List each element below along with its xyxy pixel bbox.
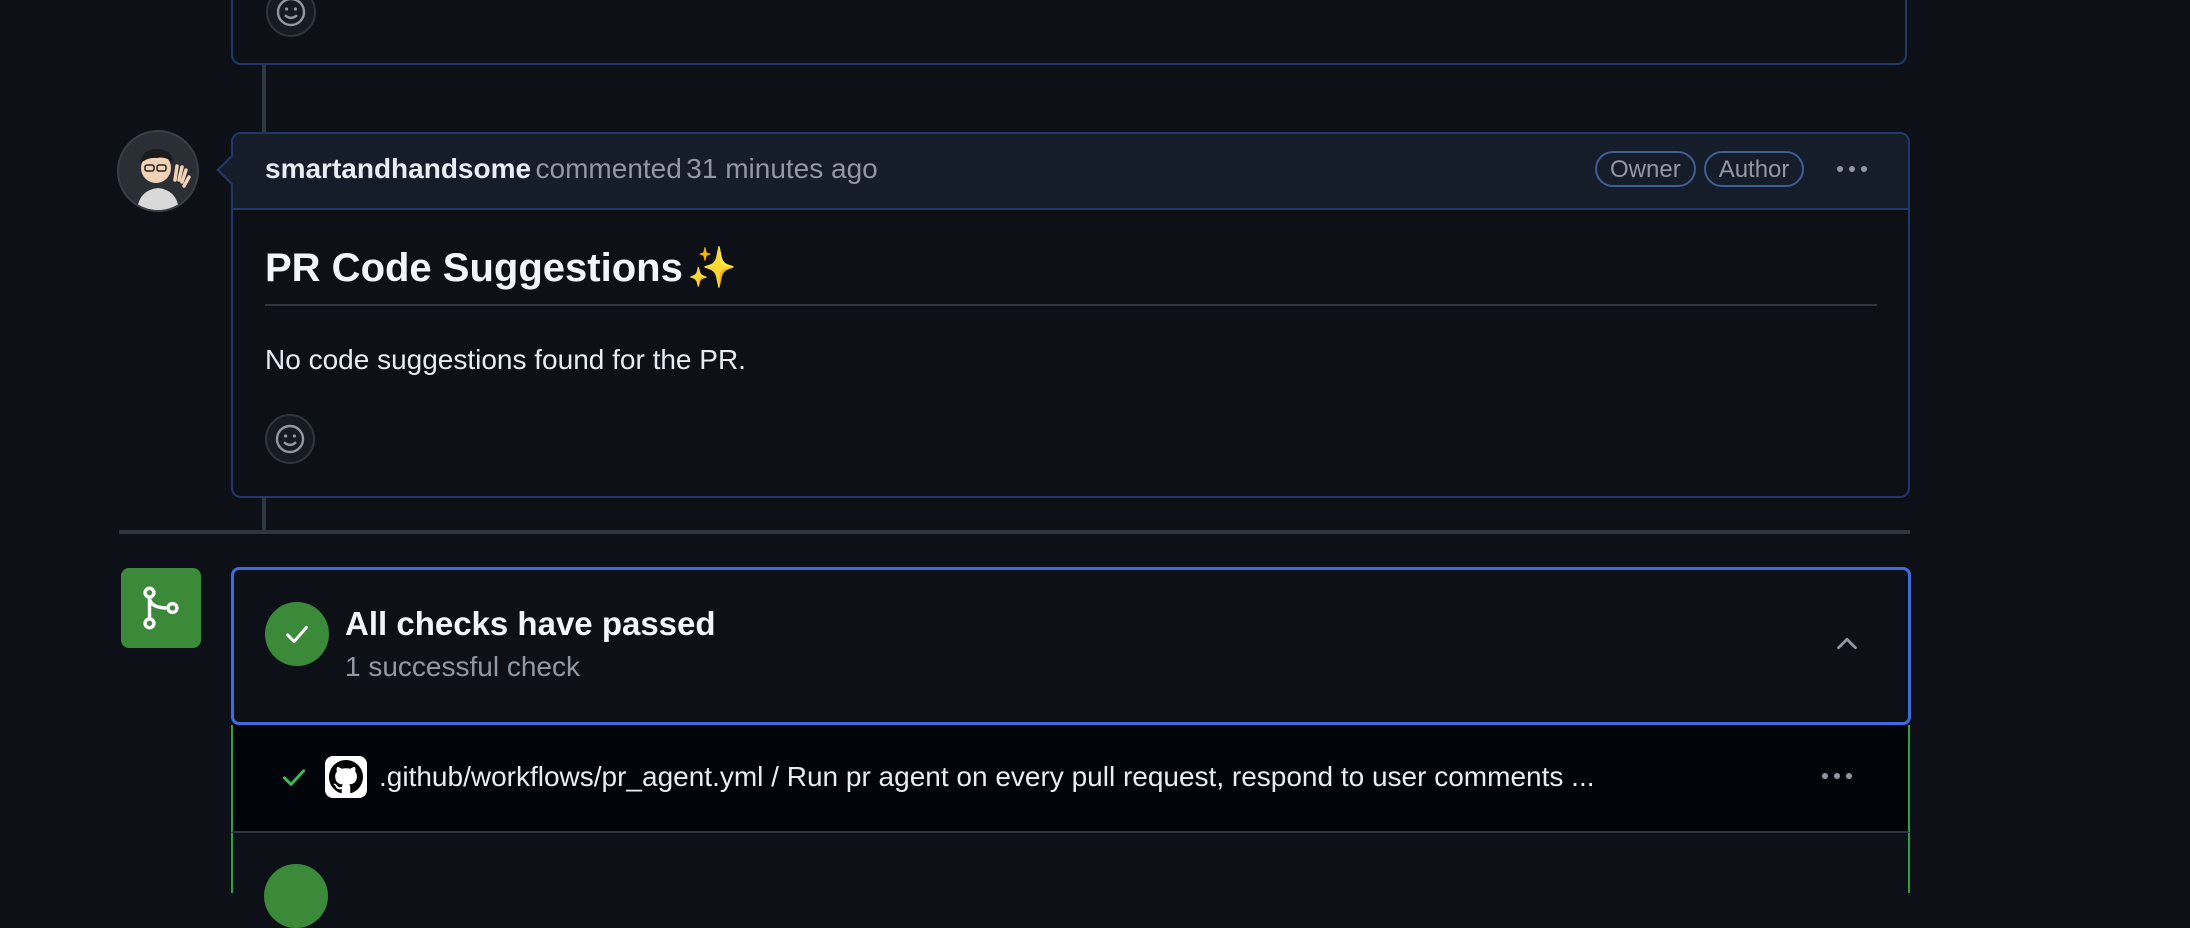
comment-body: No code suggestions found for the PR.	[265, 344, 746, 375]
kebab-icon	[1837, 166, 1843, 172]
collapse-checks-button[interactable]	[1832, 628, 1862, 663]
check-name-link[interactable]: .github/workflows/pr_agent.yml / Run pr …	[379, 761, 1595, 793]
check-icon	[286, 625, 308, 643]
add-reaction-button[interactable]	[265, 414, 315, 464]
github-actions-avatar	[325, 756, 367, 798]
sparkles-icon: ✨	[687, 246, 738, 290]
timeline-connector	[262, 65, 266, 132]
checks-title: All checks have passed	[345, 605, 716, 642]
avatar[interactable]	[117, 130, 199, 212]
check-success-icon	[280, 763, 308, 796]
checks-status-badge	[265, 602, 329, 666]
comment-header: smartandhandsome commented 31 minutes ag…	[233, 134, 1908, 210]
merge-status-icon	[121, 568, 201, 648]
timeline-divider	[119, 530, 1910, 534]
check-icon	[282, 769, 306, 786]
smiley-icon	[276, 0, 306, 27]
heading-rule	[265, 304, 1877, 306]
comment-author-link[interactable]: smartandhandsome	[265, 153, 531, 184]
github-icon	[329, 760, 363, 794]
check-row[interactable]: .github/workflows/pr_agent.yml / Run pr …	[231, 725, 1910, 833]
comment-action: commented	[535, 153, 682, 184]
chevron-up-icon	[1837, 637, 1857, 650]
timeline-connector	[262, 498, 266, 530]
next-row-partial	[231, 833, 1910, 928]
checks-summary[interactable]: All checks have passed 1 successful chec…	[231, 567, 1911, 725]
check-options-button[interactable]	[1822, 773, 1852, 779]
previous-comment-box	[231, 0, 1907, 65]
kebab-icon	[1822, 773, 1828, 779]
smiley-icon	[275, 424, 305, 454]
checks-subtitle: 1 successful check	[345, 651, 580, 682]
owner-badge: Owner	[1595, 151, 1696, 187]
comment-timestamp[interactable]: 31 minutes ago	[686, 153, 877, 184]
merge-icon	[143, 586, 179, 630]
comment-box: smartandhandsome commented 31 minutes ag…	[216, 132, 1910, 498]
author-badge: Author	[1703, 151, 1805, 187]
add-reaction-button[interactable]	[266, 0, 316, 37]
comment-heading: PR Code Suggestions	[265, 246, 683, 290]
comment-options-button[interactable]	[1837, 166, 1867, 172]
